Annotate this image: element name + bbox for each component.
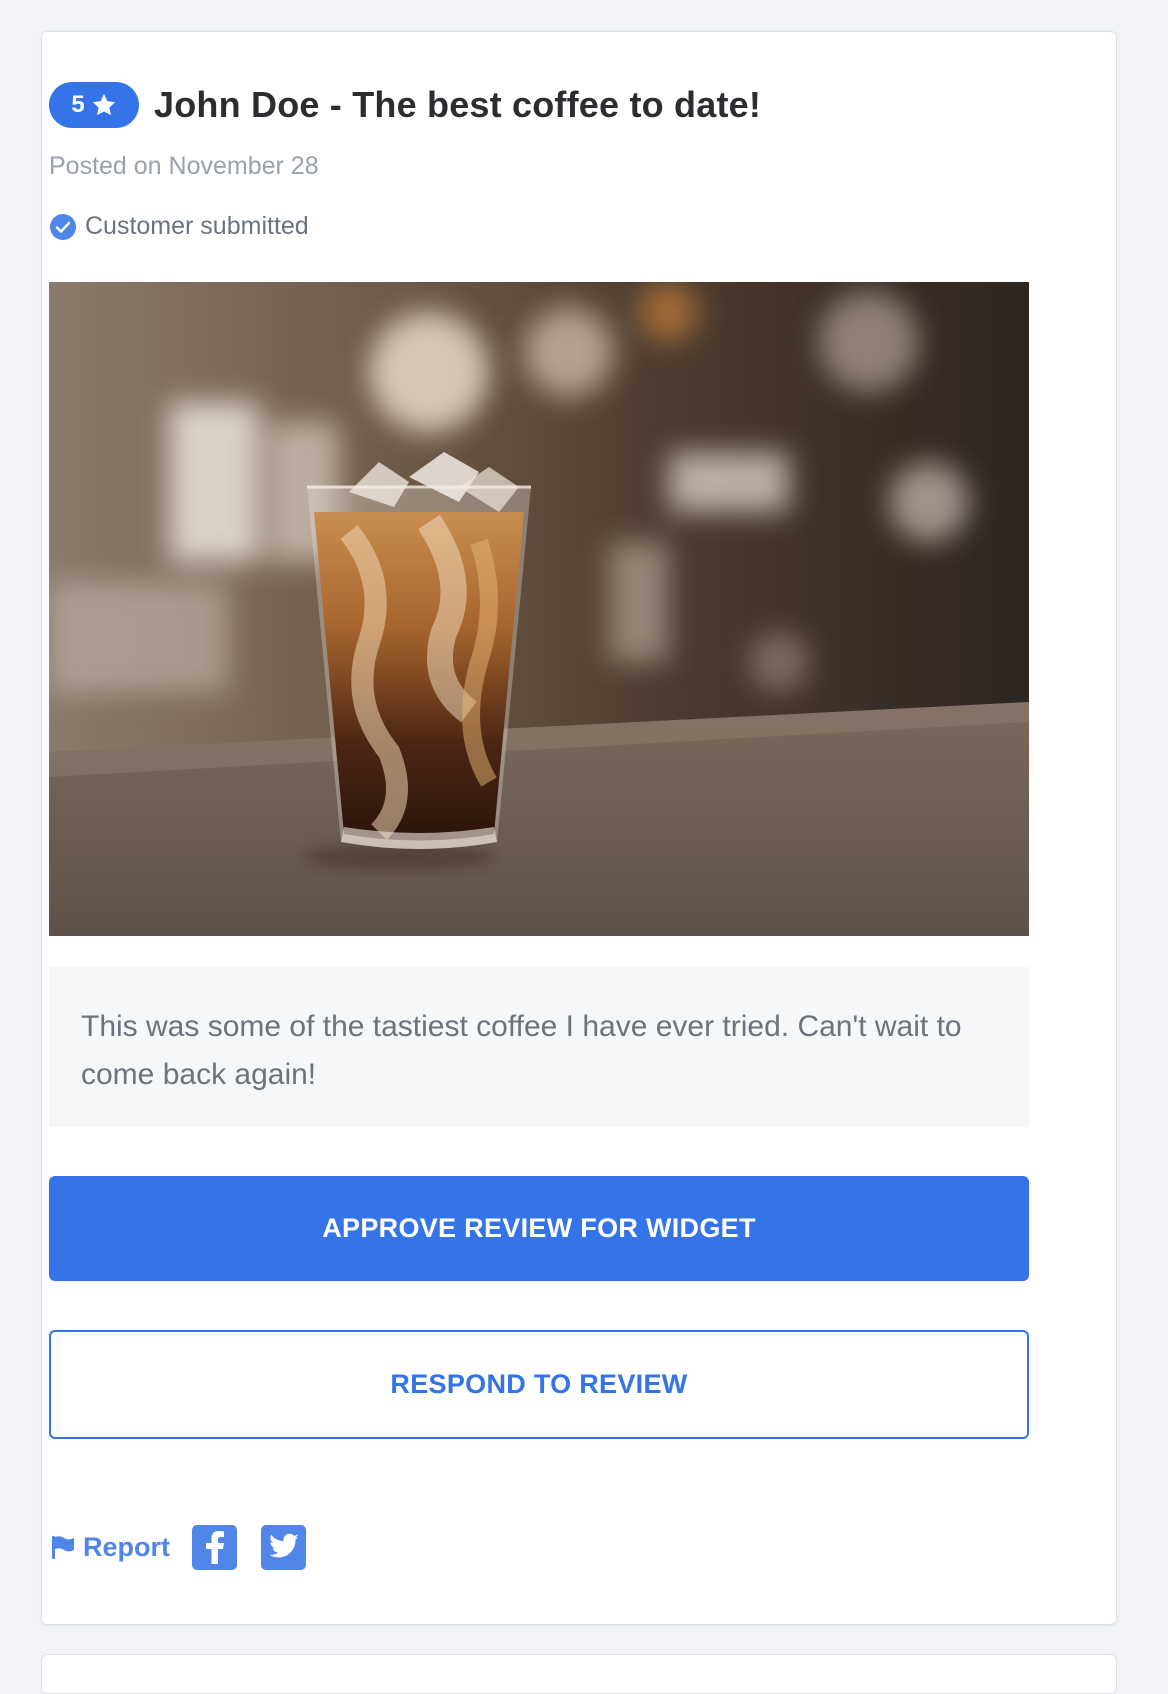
facebook-icon [205, 1531, 224, 1564]
facebook-share-button[interactable] [192, 1524, 237, 1570]
verified-label: Customer submitted [85, 212, 309, 240]
review-header: 5 John Doe - The best coffee to date! [49, 82, 761, 128]
review-text: This was some of the tastiest coffee I h… [49, 967, 1029, 1127]
twitter-share-button[interactable] [261, 1524, 306, 1570]
flag-icon [52, 1536, 74, 1559]
star-icon [92, 93, 115, 116]
approve-review-button[interactable]: APPROVE REVIEW FOR WIDGET [49, 1176, 1029, 1281]
twitter-icon [268, 1533, 299, 1558]
review-title: John Doe - The best coffee to date! [154, 84, 762, 125]
verified-status: Customer submitted [49, 212, 309, 241]
rating-badge: 5 [49, 82, 139, 128]
review-photo [49, 282, 1029, 936]
rating-value: 5 [71, 91, 85, 118]
respond-review-button[interactable]: RESPOND TO REVIEW [49, 1330, 1029, 1439]
check-circle-icon [50, 213, 76, 240]
report-link[interactable]: Report [49, 1532, 170, 1563]
posted-date: Posted on November 28 [49, 152, 319, 180]
next-review-card [41, 1654, 1117, 1694]
report-label: Report [83, 1531, 170, 1562]
review-footer: Report [49, 1524, 306, 1570]
